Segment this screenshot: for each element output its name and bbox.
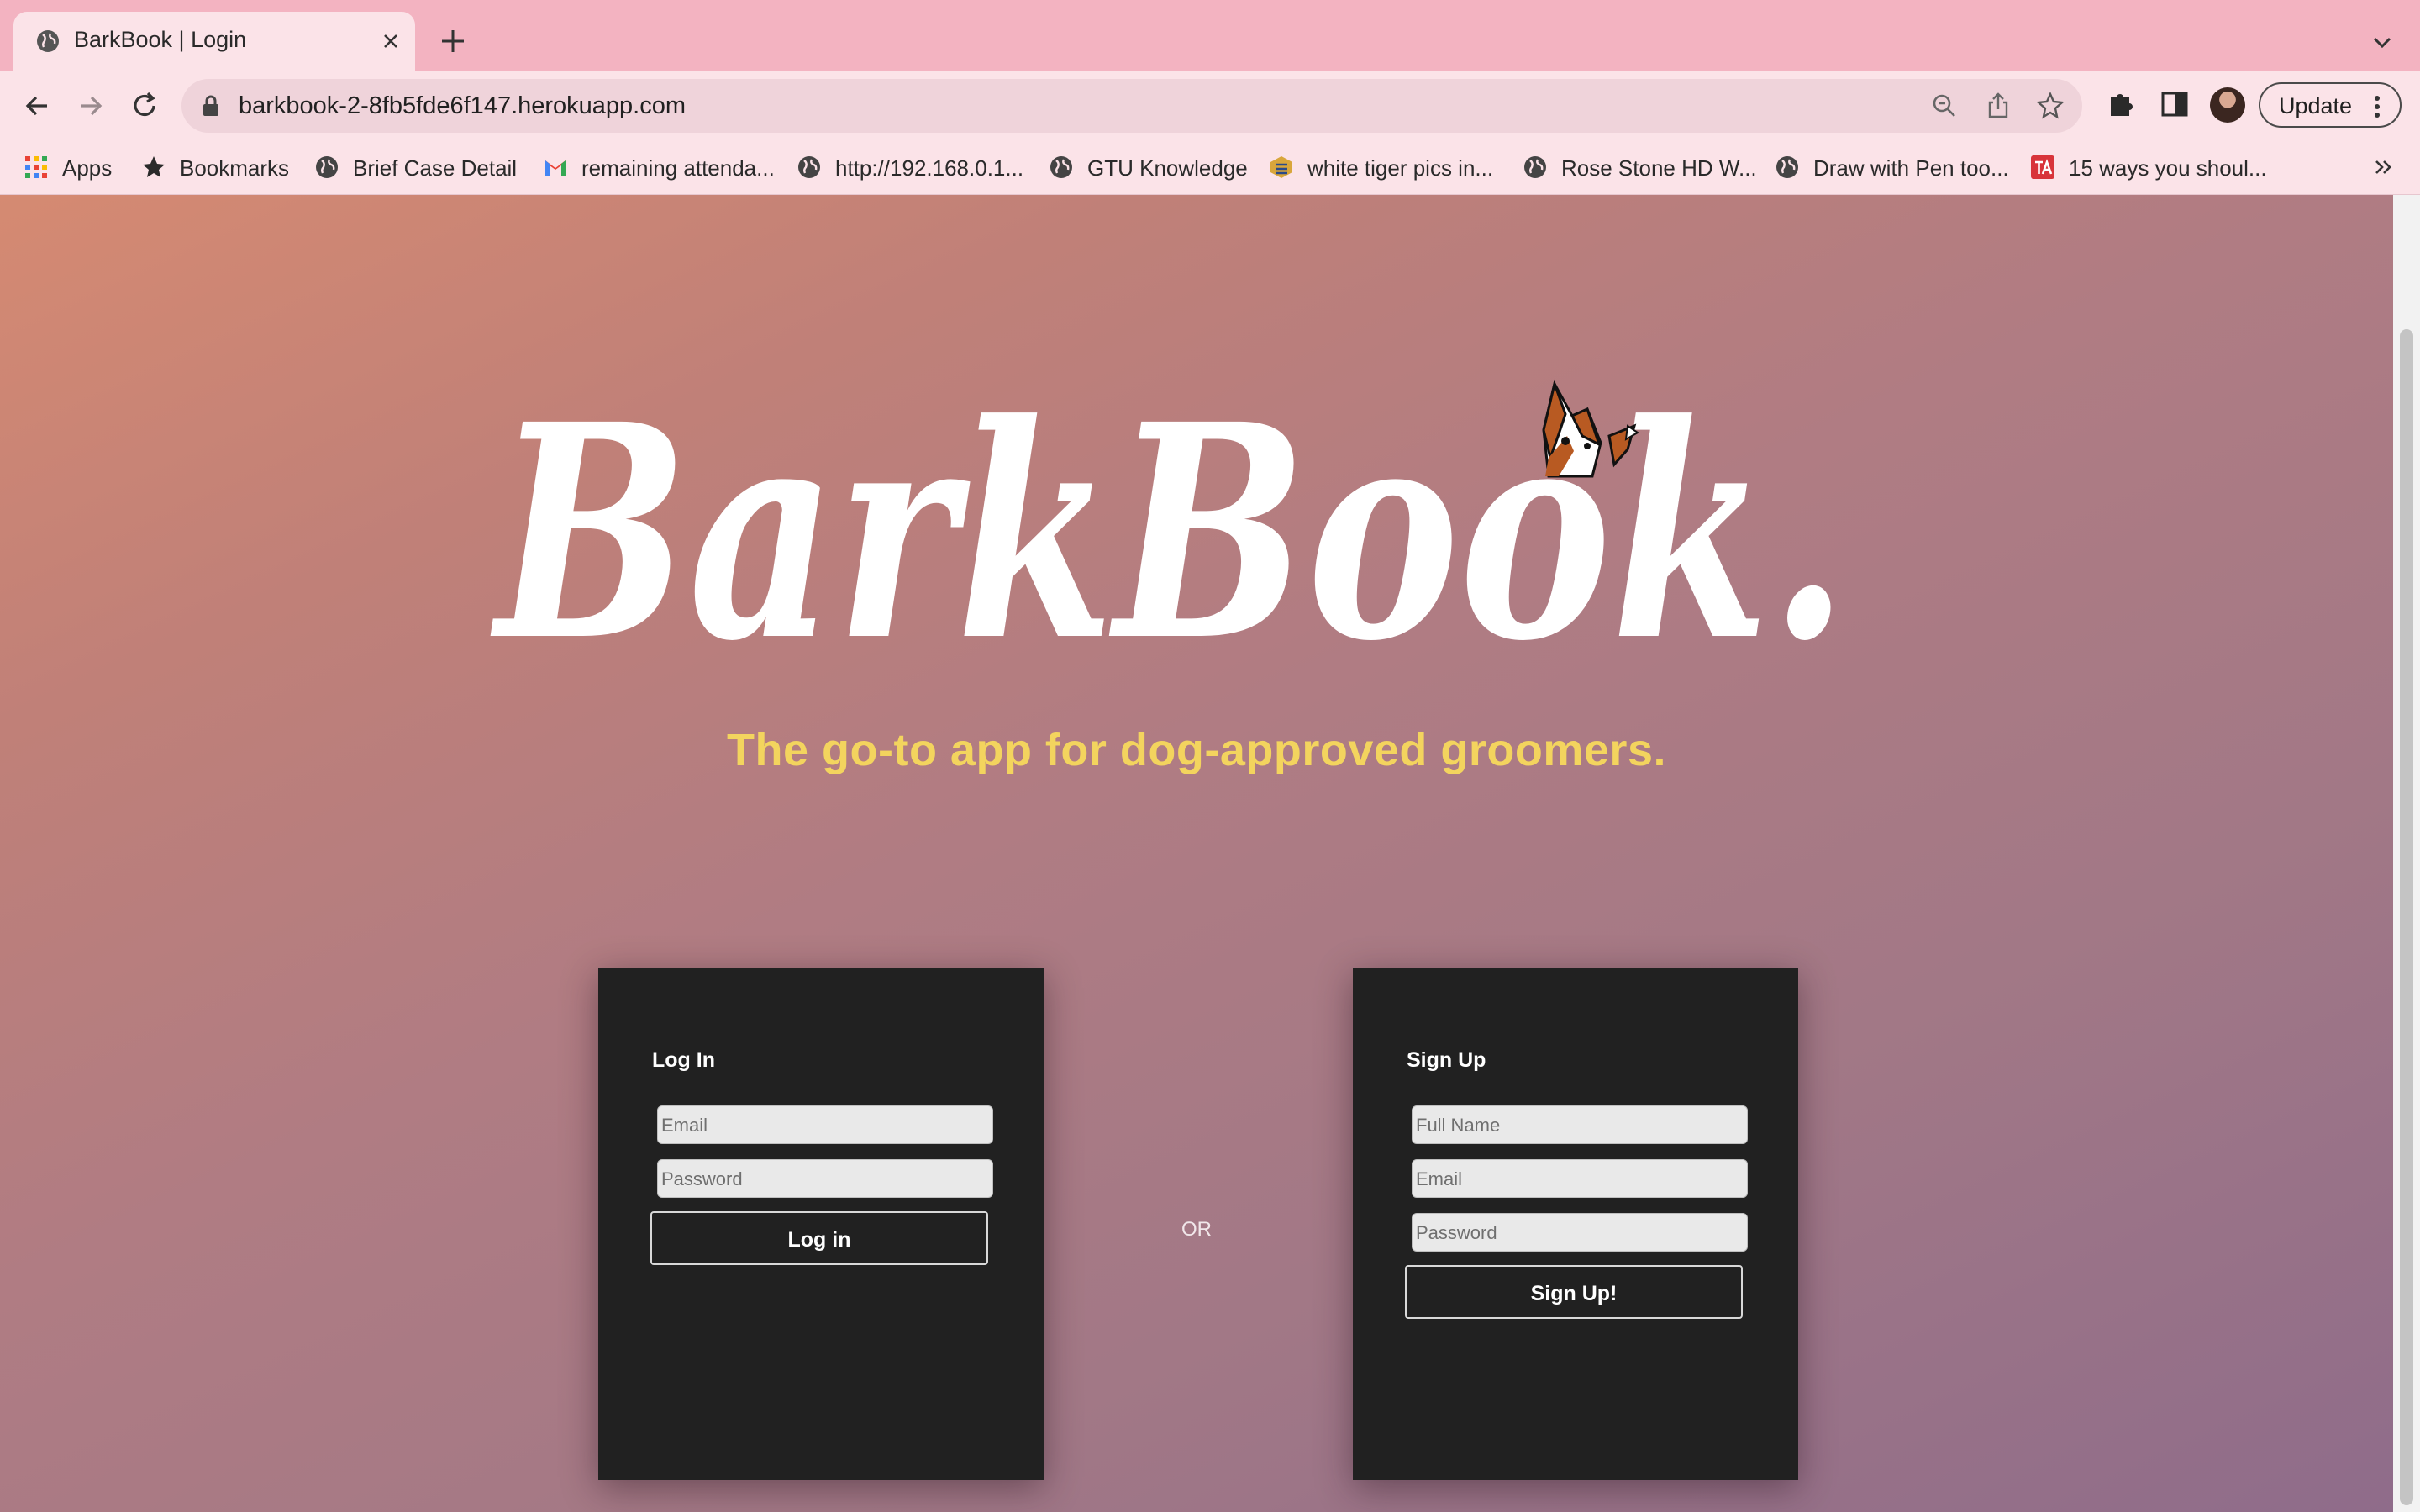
login-email-placeholder: Email (661, 1115, 708, 1136)
bookmark-label: remaining attenda... (581, 155, 775, 181)
page-background: BarkBook. The go-to app for dog-approved… (0, 195, 2393, 1512)
login-heading: Log In (652, 1048, 715, 1072)
signup-password-placeholder: Password (1416, 1222, 1497, 1243)
globe-icon (37, 30, 59, 52)
close-icon[interactable] (376, 27, 405, 55)
globe-icon (798, 156, 820, 178)
globe-icon (1776, 156, 1798, 178)
bookmarks-bar: Apps Bookmarks Brief Case Detail remaini… (0, 141, 2420, 195)
signup-heading: Sign Up (1407, 1048, 1486, 1072)
side-panel-icon[interactable] (2158, 87, 2191, 121)
browser-toolbar: barkbook-2-8fb5fde6f147.herokuapp.com (0, 71, 2420, 141)
scrollbar-thumb[interactable] (2400, 329, 2413, 1505)
or-separator: OR (1181, 1218, 1212, 1241)
share-icon[interactable] (1983, 91, 2013, 121)
login-card: Log In Email Password Log in (598, 968, 1044, 1480)
reload-icon[interactable] (126, 87, 163, 124)
lock-icon[interactable] (200, 94, 222, 118)
signup-fullname-placeholder: Full Name (1416, 1115, 1501, 1136)
signup-fullname-field[interactable]: Full Name (1412, 1105, 1748, 1144)
address-bar[interactable]: barkbook-2-8fb5fde6f147.herokuapp.com (182, 79, 2082, 133)
bookmark-label: GTU Knowledge (1087, 155, 1248, 181)
tab-title: BarkBook | Login (74, 27, 247, 52)
login-password-field[interactable]: Password (657, 1159, 993, 1198)
new-tab-icon[interactable] (437, 25, 469, 57)
ta-icon (2031, 155, 2054, 179)
signup-password-field[interactable]: Password (1412, 1213, 1748, 1252)
url-text[interactable]: barkbook-2-8fb5fde6f147.herokuapp.com (239, 92, 686, 120)
apps-grid-icon (25, 156, 47, 178)
bookmark-label: Apps (62, 155, 113, 181)
chevron-double-right-icon[interactable] (2371, 155, 2396, 180)
active-tab[interactable]: BarkBook | Login (13, 12, 415, 71)
barkbook-logo: BarkBook. (489, 360, 1849, 690)
signup-card: Sign Up Full Name Email Password Sign Up… (1353, 968, 1798, 1480)
zoom-icon[interactable] (1929, 91, 1960, 121)
login-password-placeholder: Password (661, 1168, 743, 1189)
bookmark-label: Brief Case Detail (353, 155, 518, 181)
page-scrollbar[interactable] (2393, 195, 2420, 1512)
bookmark-label: white tiger pics in... (1307, 155, 1494, 181)
bookmark-label: http://192.168.0.1... (835, 155, 1024, 181)
back-arrow-icon[interactable] (18, 87, 55, 124)
signup-button-label: Sign Up! (1530, 1282, 1618, 1305)
tab-strip: BarkBook | Login (0, 0, 2420, 71)
signup-email-placeholder: Email (1416, 1168, 1463, 1189)
bookmark-label: Rose Stone HD W... (1561, 155, 1757, 181)
bookmark-label: Draw with Pen too... (1813, 155, 2009, 181)
profile-avatar[interactable] (2210, 87, 2245, 123)
login-button-label: Log in (787, 1228, 851, 1252)
gmail-icon (545, 160, 566, 176)
signup-button[interactable]: Sign Up! (1405, 1265, 1743, 1319)
globe-icon (1524, 156, 1546, 178)
star-icon (143, 156, 165, 177)
extensions-puzzle-icon[interactable] (2104, 87, 2138, 121)
bookmark-star-icon[interactable] (2035, 91, 2065, 121)
chevron-down-icon[interactable] (2368, 29, 2396, 57)
forward-arrow-icon[interactable] (72, 87, 109, 124)
update-button-label: Update (2279, 93, 2353, 118)
more-vertical-icon[interactable] (2373, 94, 2381, 119)
login-email-field[interactable]: Email (657, 1105, 993, 1144)
site-icon (1270, 156, 1292, 178)
signup-email-field[interactable]: Email (1412, 1159, 1748, 1198)
logo-wordmark: BarkBook. (489, 360, 1849, 690)
globe-icon (1050, 156, 1072, 178)
globe-icon (316, 156, 338, 178)
update-button[interactable]: Update (2259, 82, 2402, 128)
tagline: The go-to app for dog-approved groomers. (727, 725, 1666, 775)
bookmark-label: 15 ways you shoul... (2069, 155, 2267, 181)
login-button[interactable]: Log in (650, 1211, 988, 1265)
bookmark-label: Bookmarks (180, 155, 290, 181)
